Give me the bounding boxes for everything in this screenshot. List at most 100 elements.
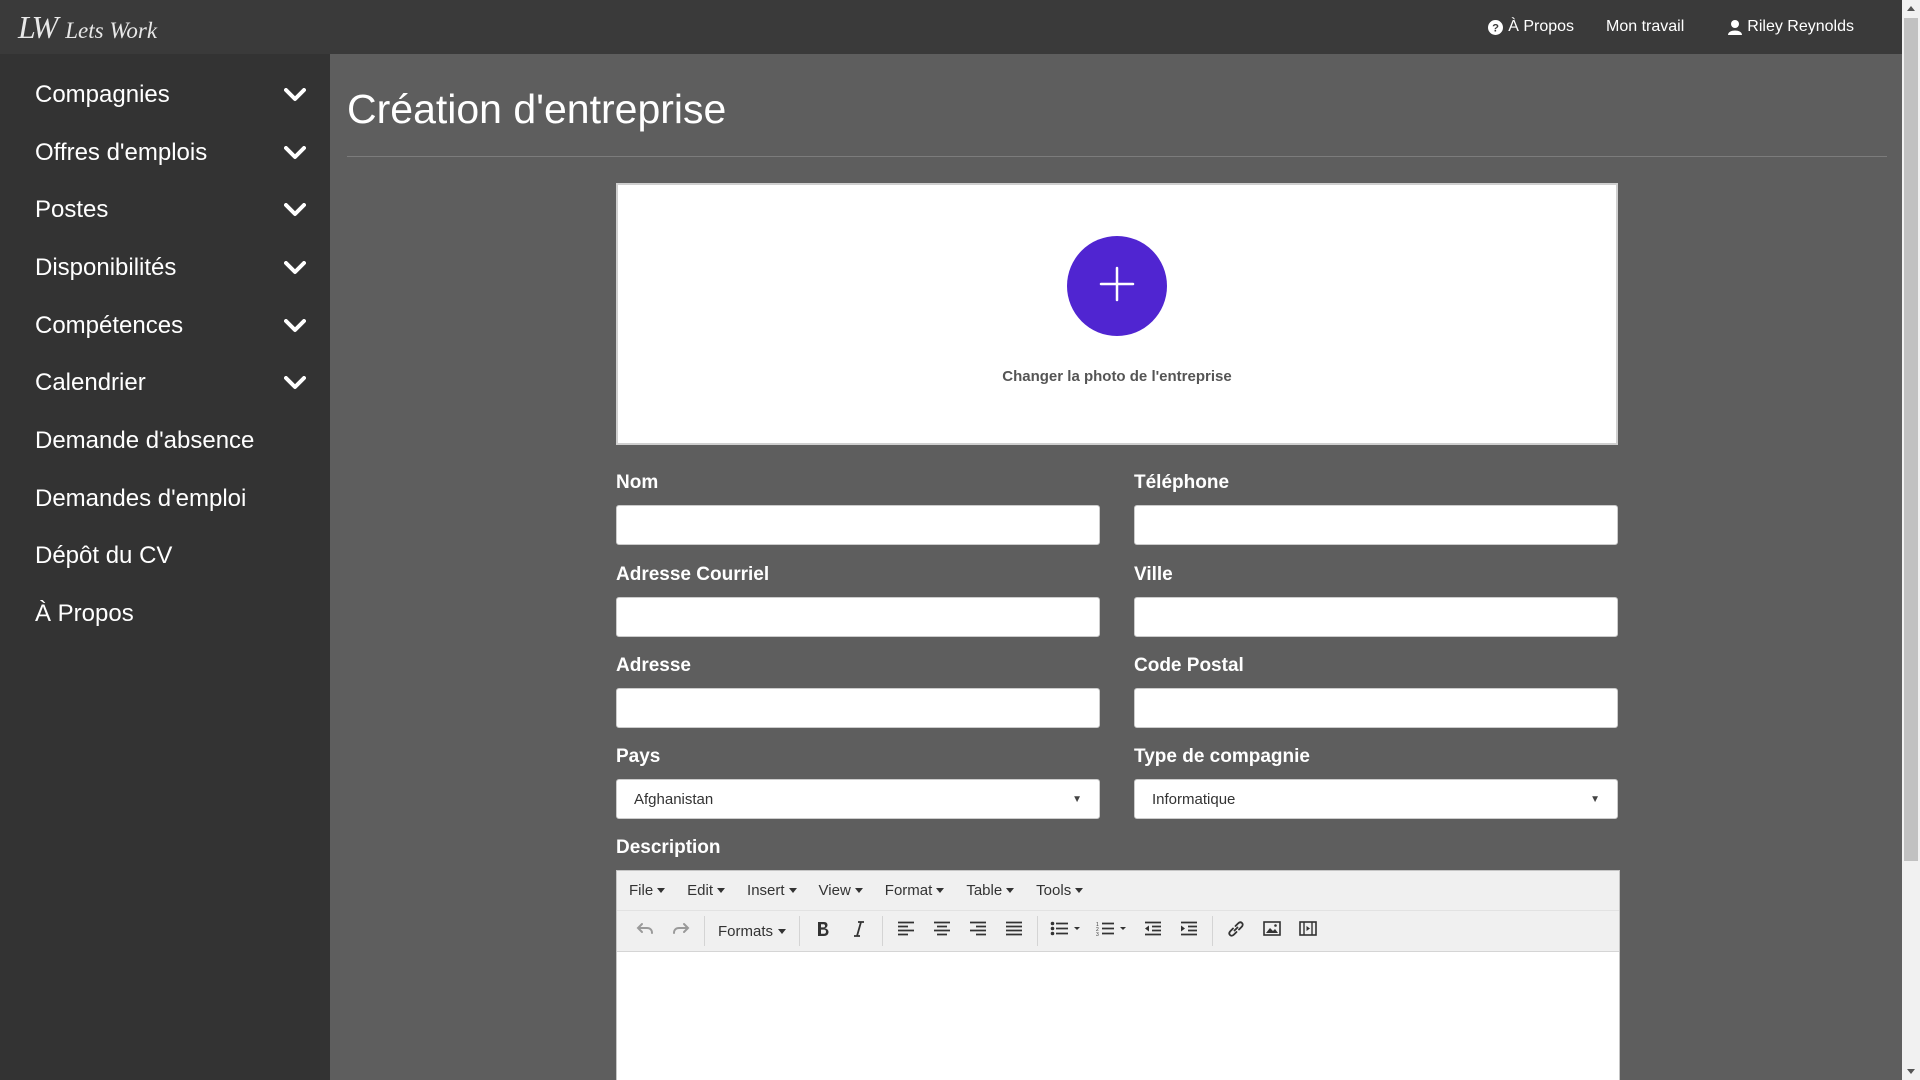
chevron-down-icon: [283, 201, 307, 219]
menu-tools[interactable]: Tools: [1036, 882, 1084, 899]
nav-user-menu[interactable]: Riley Reynolds: [1712, 0, 1870, 54]
chevron-down-icon: [283, 259, 307, 277]
indent-button[interactable]: [1171, 916, 1207, 946]
nav-user-name: Riley Reynolds: [1747, 18, 1854, 35]
sidebar-item-label: Calendrier: [35, 369, 146, 397]
scroll-down-arrow-icon[interactable]: [1902, 1063, 1920, 1080]
code-postal-label: Code Postal: [1134, 655, 1244, 676]
sidebar-item-label: Dépôt du CV: [35, 542, 173, 570]
sidebar-item-label: Compétences: [35, 311, 184, 339]
page-scrollbar[interactable]: [1902, 0, 1920, 1080]
media-icon: [1299, 921, 1317, 941]
description-editor-body[interactable]: [617, 952, 1619, 1080]
caret-down-icon: ▼: [1072, 793, 1082, 805]
insert-link-button[interactable]: [1218, 916, 1254, 946]
insert-image-button[interactable]: [1254, 916, 1290, 946]
formats-dropdown[interactable]: Formats: [710, 923, 794, 940]
pays-select[interactable]: Afghanistan ▼: [616, 779, 1100, 819]
type-select[interactable]: Informatique ▼: [1134, 779, 1618, 819]
align-center-button[interactable]: [924, 916, 960, 946]
pays-selected-value: Afghanistan: [634, 790, 714, 808]
link-icon: [1227, 920, 1245, 943]
bullet-list-button[interactable]: [1043, 916, 1089, 946]
nav-my-work-label: Mon travail: [1606, 18, 1685, 35]
page-title: Création d'entreprise: [347, 86, 727, 132]
description-label: Description: [616, 837, 721, 858]
type-label: Type de compagnie: [1134, 746, 1310, 767]
align-justify-button[interactable]: [996, 916, 1032, 946]
brand-name: Lets Work: [65, 17, 158, 43]
editor-toolbar: Formats 123: [617, 911, 1619, 952]
menu-file[interactable]: File: [629, 882, 666, 899]
nav-about-link[interactable]: ? À Propos: [1472, 0, 1590, 54]
menu-format[interactable]: Format: [885, 882, 945, 899]
brand[interactable]: LW Lets Work: [18, 9, 157, 46]
sidebar-item-offres[interactable]: Offres d'emplois: [0, 124, 330, 182]
menu-edit[interactable]: Edit: [687, 882, 726, 899]
svg-text:3: 3: [1096, 932, 1099, 936]
caret-down-icon: [717, 888, 726, 893]
navbar-links: ? À Propos Mon travail Riley Reynolds: [1472, 0, 1902, 54]
align-right-button[interactable]: [960, 916, 996, 946]
telephone-field[interactable]: [1134, 505, 1618, 545]
menu-label: Edit: [687, 882, 714, 899]
redo-button[interactable]: [663, 916, 699, 946]
align-right-icon: [969, 921, 987, 941]
insert-media-button[interactable]: [1290, 916, 1326, 946]
undo-button[interactable]: [627, 916, 663, 946]
question-circle-icon: ?: [1488, 19, 1504, 35]
outdent-button[interactable]: [1135, 916, 1171, 946]
toolbar-divider: [704, 916, 705, 946]
align-left-button[interactable]: [888, 916, 924, 946]
sidebar-item-competences[interactable]: Compétences: [0, 297, 330, 355]
pays-label: Pays: [616, 746, 661, 767]
menu-label: View: [818, 882, 851, 899]
sidebar-item-label: Compagnies: [35, 80, 170, 108]
bold-button[interactable]: [805, 916, 841, 946]
company-photo-panel: Changer la photo de l'entreprise: [616, 183, 1618, 445]
italic-button[interactable]: [841, 916, 877, 946]
indent-icon: [1180, 921, 1198, 941]
menu-table[interactable]: Table: [966, 882, 1015, 899]
caret-down-icon: ▼: [1590, 793, 1600, 805]
menu-insert[interactable]: Insert: [747, 882, 797, 899]
italic-icon: [853, 920, 865, 942]
sidebar-item-demandes-emploi[interactable]: Demandes d'emploi: [0, 470, 330, 528]
description-editor: File Edit Insert View Format Table Tools…: [616, 870, 1620, 1080]
align-center-icon: [933, 921, 951, 941]
sidebar-item-compagnies[interactable]: Compagnies: [0, 66, 330, 124]
bold-icon: [816, 921, 830, 942]
scroll-up-arrow-icon[interactable]: [1902, 0, 1920, 17]
sidebar-item-a-propos[interactable]: À Propos: [0, 585, 330, 643]
sidebar-item-depot-cv[interactable]: Dépôt du CV: [0, 528, 330, 586]
undo-icon: [636, 921, 654, 942]
caret-down-icon: [788, 888, 797, 893]
redo-icon: [672, 921, 690, 942]
toolbar-divider: [882, 916, 884, 946]
main-content: Création d'entreprise Changer la photo d…: [330, 54, 1902, 1080]
sidebar-item-label: Disponibilités: [35, 253, 177, 281]
chevron-down-icon: [283, 374, 307, 392]
sidebar-item-label: Demandes d'emploi: [35, 484, 247, 512]
code-postal-field[interactable]: [1134, 688, 1618, 728]
editor-menubar: File Edit Insert View Format Table Tools: [617, 871, 1619, 911]
caret-down-icon: [1006, 888, 1015, 893]
courriel-label: Adresse Courriel: [616, 564, 770, 585]
ville-field[interactable]: [1134, 597, 1618, 637]
brand-logo: LW: [18, 8, 58, 45]
nom-field[interactable]: [616, 505, 1100, 545]
scrollbar-thumb[interactable]: [1904, 18, 1918, 861]
sidebar-item-demande-absence[interactable]: Demande d'absence: [0, 412, 330, 470]
sidebar-item-label: Demande d'absence: [35, 426, 255, 454]
menu-view[interactable]: View: [819, 882, 863, 899]
user-icon: [1728, 19, 1743, 35]
sidebar-item-calendrier[interactable]: Calendrier: [0, 354, 330, 412]
caret-down-icon: [778, 928, 787, 934]
email-field[interactable]: [616, 597, 1100, 637]
numbered-list-button[interactable]: 123: [1089, 916, 1135, 946]
nav-my-work-link[interactable]: Mon travail: [1590, 0, 1700, 54]
sidebar-item-disponibilites[interactable]: Disponibilités: [0, 239, 330, 297]
sidebar-item-postes[interactable]: Postes: [0, 181, 330, 239]
add-photo-button[interactable]: [1067, 236, 1167, 336]
adresse-field[interactable]: [616, 688, 1100, 728]
